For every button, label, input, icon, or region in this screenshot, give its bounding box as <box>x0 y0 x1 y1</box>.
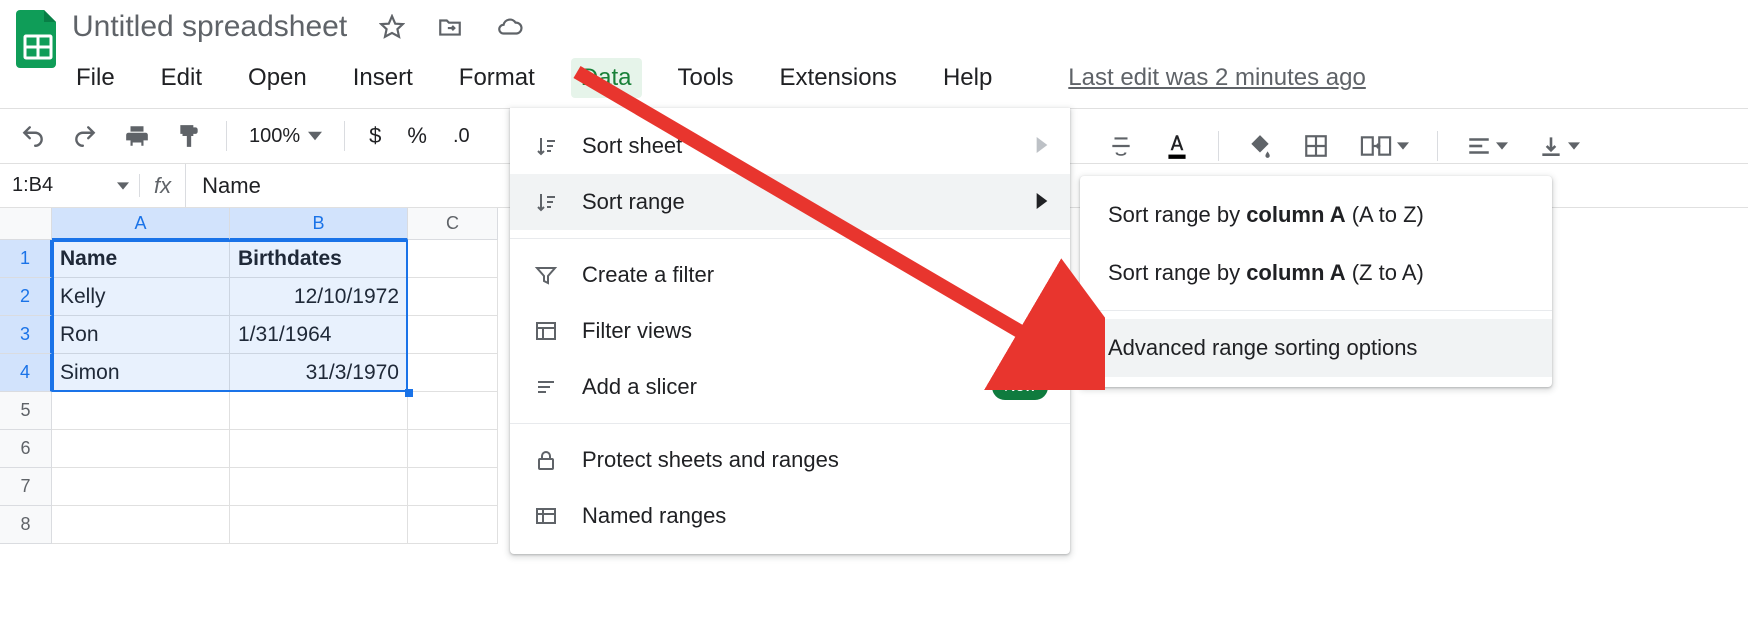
cell-c4[interactable] <box>408 354 498 392</box>
menu-item-label: Filter views <box>582 318 692 344</box>
row-header-6[interactable]: 6 <box>0 430 52 468</box>
menu-item-label: Protect sheets and ranges <box>582 447 839 473</box>
menu-edit[interactable]: Edit <box>151 58 212 98</box>
menu-file[interactable]: File <box>66 58 125 98</box>
print-button[interactable] <box>116 117 158 155</box>
last-edit-link[interactable]: Last edit was 2 minutes ago <box>1068 58 1366 98</box>
cell-b1[interactable]: Birthdates <box>230 240 408 278</box>
cloud-status-icon[interactable] <box>487 8 531 46</box>
cell-a2[interactable]: Kelly <box>52 278 230 316</box>
borders-button[interactable] <box>1295 127 1337 165</box>
vertical-align-button[interactable] <box>1530 127 1588 165</box>
submenu-arrow-icon <box>1036 318 1048 344</box>
row-header-8[interactable]: 8 <box>0 506 52 544</box>
format-currency-button[interactable]: $ <box>361 117 389 155</box>
menu-item-label: Add a slicer <box>582 374 697 400</box>
menu-sort-sheet[interactable]: Sort sheet <box>510 118 1070 174</box>
row-header-4[interactable]: 4 <box>0 354 52 392</box>
select-all-corner[interactable] <box>0 208 52 240</box>
row-header-5[interactable]: 5 <box>0 392 52 430</box>
menu-format[interactable]: Format <box>449 58 545 98</box>
menu-help[interactable]: Help <box>933 58 1002 98</box>
sheets-logo[interactable] <box>10 8 66 80</box>
menu-named-ranges[interactable]: Named ranges <box>510 488 1070 544</box>
cell-b3[interactable]: 1/31/1964 <box>230 316 408 354</box>
col-header-a[interactable]: A <box>52 208 230 240</box>
menu-item-label: Sort range <box>582 189 685 215</box>
submenu-advanced-sort[interactable]: Advanced range sorting options <box>1080 319 1552 377</box>
cell-a1[interactable]: Name <box>52 240 230 278</box>
submenu-item-label: Sort range by column A (Z to A) <box>1108 260 1424 286</box>
cell-c2[interactable] <box>408 278 498 316</box>
cell-b4[interactable]: 31/3/1970 <box>230 354 408 392</box>
star-icon[interactable] <box>371 8 413 46</box>
menu-extensions[interactable]: Extensions <box>770 58 907 98</box>
row-header-1[interactable]: 1 <box>0 240 52 278</box>
paint-format-button[interactable] <box>168 117 210 155</box>
menu-filter-views[interactable]: Filter views <box>510 303 1070 359</box>
horizontal-align-button[interactable] <box>1458 127 1516 165</box>
submenu-sort-asc[interactable]: Sort range by column A (A to Z) <box>1080 186 1552 244</box>
cell-c3[interactable] <box>408 316 498 354</box>
fill-color-button[interactable] <box>1239 127 1281 165</box>
move-to-folder-icon[interactable] <box>429 8 471 46</box>
row-header-2[interactable]: 2 <box>0 278 52 316</box>
filter-icon <box>532 263 560 287</box>
menu-open[interactable]: Open <box>238 58 317 98</box>
submenu-arrow-icon <box>1036 133 1048 159</box>
menu-protect[interactable]: Protect sheets and ranges <box>510 432 1070 488</box>
named-ranges-icon <box>532 504 560 528</box>
lock-icon <box>532 448 560 472</box>
submenu-arrow-icon <box>1036 189 1048 215</box>
row-header-3[interactable]: 3 <box>0 316 52 354</box>
menu-item-label: Sort sheet <box>582 133 682 159</box>
submenu-sort-desc[interactable]: Sort range by column A (Z to A) <box>1080 244 1552 302</box>
redo-button[interactable] <box>64 117 106 155</box>
submenu-item-label: Sort range by column A (A to Z) <box>1108 202 1424 228</box>
text-color-button[interactable] <box>1156 125 1198 167</box>
new-badge: New <box>992 374 1048 400</box>
doc-title[interactable]: Untitled spreadsheet <box>66 8 353 46</box>
titlebar: Untitled spreadsheet File Edit Open Inse… <box>0 0 1748 108</box>
cell-a3[interactable]: Ron <box>52 316 230 354</box>
decrease-decimal-button[interactable]: .0 <box>445 119 478 154</box>
menu-create-filter[interactable]: Create a filter <box>510 247 1070 303</box>
filter-views-icon <box>532 319 560 343</box>
menu-add-slicer[interactable]: Add a slicer New <box>510 359 1070 415</box>
undo-button[interactable] <box>12 117 54 155</box>
sort-icon <box>532 134 560 158</box>
name-box[interactable]: 1:B4 <box>0 174 140 197</box>
sort-range-submenu: Sort range by column A (A to Z) Sort ran… <box>1080 176 1552 387</box>
strikethrough-button[interactable] <box>1100 127 1142 165</box>
menu-item-label: Create a filter <box>582 262 714 288</box>
fx-label: fx <box>140 164 186 207</box>
cell-a4[interactable]: Simon <box>52 354 230 392</box>
menu-insert[interactable]: Insert <box>343 58 423 98</box>
menu-data[interactable]: Data <box>571 58 642 98</box>
submenu-item-label: Advanced range sorting options <box>1108 335 1417 361</box>
menubar: File Edit Open Insert Format Data Tools … <box>66 46 1738 108</box>
row-header-7[interactable]: 7 <box>0 468 52 506</box>
menu-item-label: Named ranges <box>582 503 726 529</box>
col-header-b[interactable]: B <box>230 208 408 240</box>
merge-cells-button[interactable] <box>1351 127 1417 165</box>
cell-b2[interactable]: 12/10/1972 <box>230 278 408 316</box>
sort-icon <box>532 190 560 214</box>
data-menu-dropdown: Sort sheet Sort range Create a filter Fi… <box>510 108 1070 554</box>
selection-handle[interactable] <box>405 389 413 397</box>
format-percent-button[interactable]: % <box>399 117 435 155</box>
menu-sort-range[interactable]: Sort range <box>510 174 1070 230</box>
zoom-select[interactable]: 100% <box>243 125 328 148</box>
slicer-icon <box>532 375 560 399</box>
menu-tools[interactable]: Tools <box>668 58 744 98</box>
col-header-c[interactable]: C <box>408 208 498 240</box>
cell-c1[interactable] <box>408 240 498 278</box>
